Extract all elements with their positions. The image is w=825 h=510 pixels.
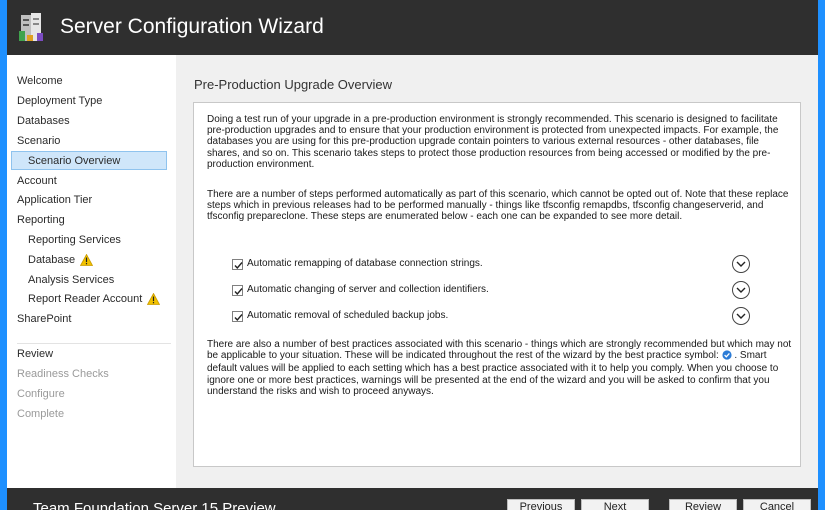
title-bar: Server Configuration Wizard [7,0,818,55]
step-row[interactable]: Automatic removal of scheduled backup jo… [232,307,772,327]
step-label: Automatic changing of server and collect… [247,284,489,295]
best-practice-text-start: There are also a number of best practice… [207,339,792,362]
nav-label: SharePoint [17,313,72,325]
nav-label: Database [28,254,76,266]
nav-item-deployment-type[interactable]: Deployment Type [17,92,102,111]
server-app-icon [19,11,45,43]
best-practice-paragraph: There are also a number of best practice… [207,339,793,397]
nav-label: Application Tier [17,194,93,206]
nav-label: Welcome [17,75,63,87]
nav-item-reporting[interactable]: Reporting [17,211,65,230]
nav-item-complete: Complete [17,405,64,424]
nav-item-readiness-checks: Readiness Checks [17,365,109,384]
nav-label: Account [17,175,57,187]
nav-divider [17,343,171,344]
nav-item-review[interactable]: Review [17,345,53,364]
step-label: Automatic remapping of database connecti… [247,258,483,269]
best-practice-check-icon [721,350,732,363]
nav-item-sharepoint[interactable]: SharePoint [17,310,71,329]
nav-item-scenario[interactable]: Scenario [17,132,60,151]
nav-label: Analysis Services [28,274,115,286]
chevron-down-icon[interactable] [732,281,750,299]
step-row[interactable]: Automatic remapping of database connecti… [232,255,772,275]
nav-label: Reporting Services [28,234,121,246]
review-button[interactable]: Review [669,499,737,510]
chevron-down-icon[interactable] [732,307,750,325]
nav-item-analysis-services[interactable]: Analysis Services [28,271,114,290]
step-checkbox[interactable] [232,285,243,296]
window-title: Server Configuration Wizard [60,15,324,38]
nav-item-welcome[interactable]: Welcome [17,72,63,91]
nav-item-report-reader-account[interactable]: Report Reader Account [28,290,161,312]
page-title: Pre-Production Upgrade Overview [194,77,392,92]
main-panel: Pre-Production Upgrade Overview Doing a … [176,55,818,488]
intro-paragraph: Doing a test run of your upgrade in a pr… [207,114,779,170]
nav-label: Report Reader Account [28,293,143,305]
content-box: Doing a test run of your upgrade in a pr… [193,102,801,467]
nav-item-databases[interactable]: Databases [17,112,70,131]
nav-label: Configure [17,388,65,400]
steps-paragraph: There are a number of steps performed au… [207,189,789,223]
step-row[interactable]: Automatic changing of server and collect… [232,281,772,301]
step-checkbox[interactable] [232,259,243,270]
nav-item-configure: Configure [17,385,65,404]
product-name: Team Foundation Server 15 Preview [33,500,276,510]
chevron-down-icon[interactable] [732,255,750,273]
nav-item-database[interactable]: Database [28,251,94,270]
nav-item-account[interactable]: Account [17,172,57,191]
nav-item-application-tier[interactable]: Application Tier [17,191,92,210]
wizard-nav: Welcome Deployment Type Databases Scenar… [7,55,176,488]
nav-label: Scenario Overview [28,155,121,167]
nav-label: Deployment Type [17,95,103,107]
footer-bar: Team Foundation Server 15 Preview Previo… [7,488,818,510]
nav-label: Review [17,348,54,360]
next-button[interactable]: Next [581,499,649,510]
warning-icon [147,292,161,312]
previous-button[interactable]: Previous [507,499,575,510]
step-checkbox[interactable] [232,311,243,322]
nav-item-scenario-overview[interactable]: Scenario Overview [11,151,167,170]
nav-label: Complete [17,408,65,420]
nav-label: Databases [17,115,70,127]
step-label: Automatic removal of scheduled backup jo… [247,310,449,321]
nav-label: Readiness Checks [17,368,109,380]
nav-label: Reporting [17,214,65,226]
cancel-button[interactable]: Cancel [743,499,811,510]
nav-item-reporting-services[interactable]: Reporting Services [28,231,121,250]
wizard-window: Server Configuration Wizard Welcome Depl… [7,0,818,510]
nav-label: Scenario [17,135,61,147]
